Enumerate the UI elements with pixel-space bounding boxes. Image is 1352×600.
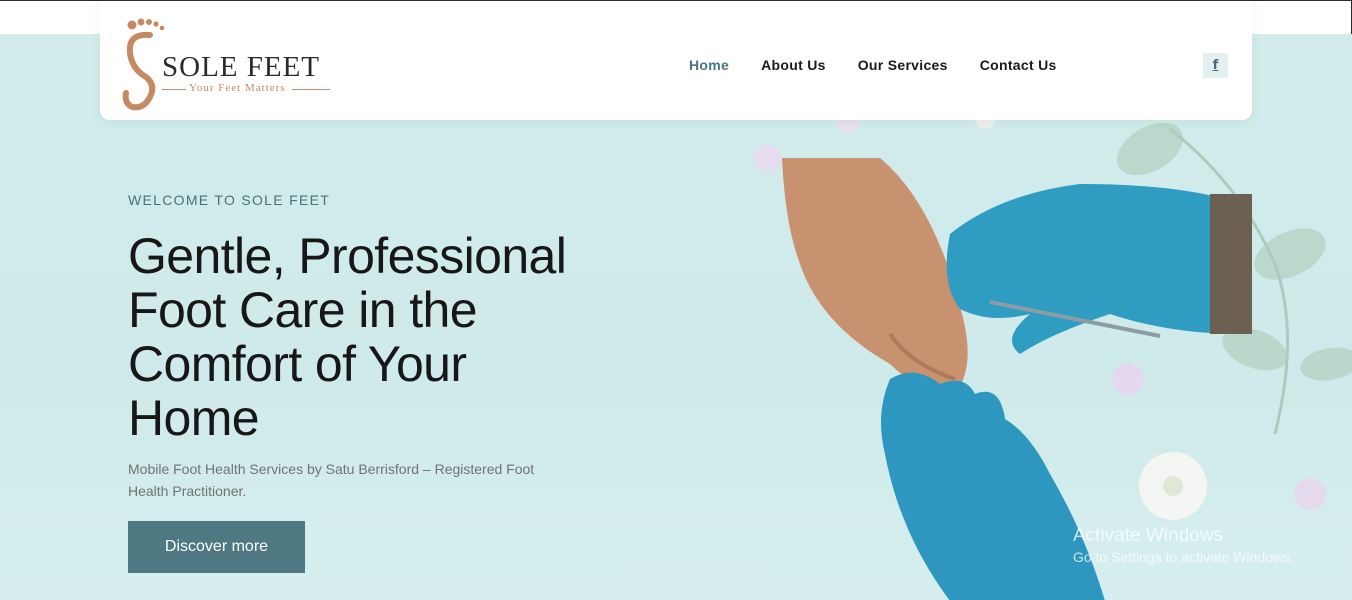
tagline-divider-right <box>292 89 330 90</box>
hero-headline: Gentle, Professional Foot Care in the Co… <box>128 228 567 446</box>
nav-item-about-us[interactable]: About Us <box>761 57 826 73</box>
brand-logo[interactable]: SOLE FEET Your Feet Matters <box>122 17 332 113</box>
foot-shape <box>782 158 968 390</box>
lower-gloved-hand <box>881 372 1105 600</box>
hero-subtext: Mobile Foot Health Services by Satu Berr… <box>128 461 535 499</box>
upper-gloved-hand <box>946 184 1240 354</box>
hero-eyebrow: WELCOME TO SOLE FEET <box>128 192 331 208</box>
windows-activation-subtitle: Go to Settings to activate Windows. <box>1073 549 1294 565</box>
site-header: SOLE FEET Your Feet Matters Home About U… <box>100 1 1252 120</box>
tagline-divider-left <box>162 89 186 90</box>
brand-tagline-row: Your Feet Matters <box>162 82 330 96</box>
windows-activation-title: Activate Windows <box>1073 525 1223 546</box>
discover-more-button[interactable]: Discover more <box>128 521 305 573</box>
nav-item-contact-us[interactable]: Contact Us <box>980 57 1057 73</box>
main-nav: Home About Us Our Services Contact Us <box>689 57 1057 73</box>
brand-tagline: Your Feet Matters <box>189 82 286 94</box>
facebook-icon[interactable]: f <box>1203 53 1228 78</box>
nav-item-our-services[interactable]: Our Services <box>858 57 948 73</box>
brand-name: SOLE FEET <box>162 51 321 83</box>
footprint-icon <box>122 18 165 111</box>
nav-item-home[interactable]: Home <box>689 57 729 73</box>
